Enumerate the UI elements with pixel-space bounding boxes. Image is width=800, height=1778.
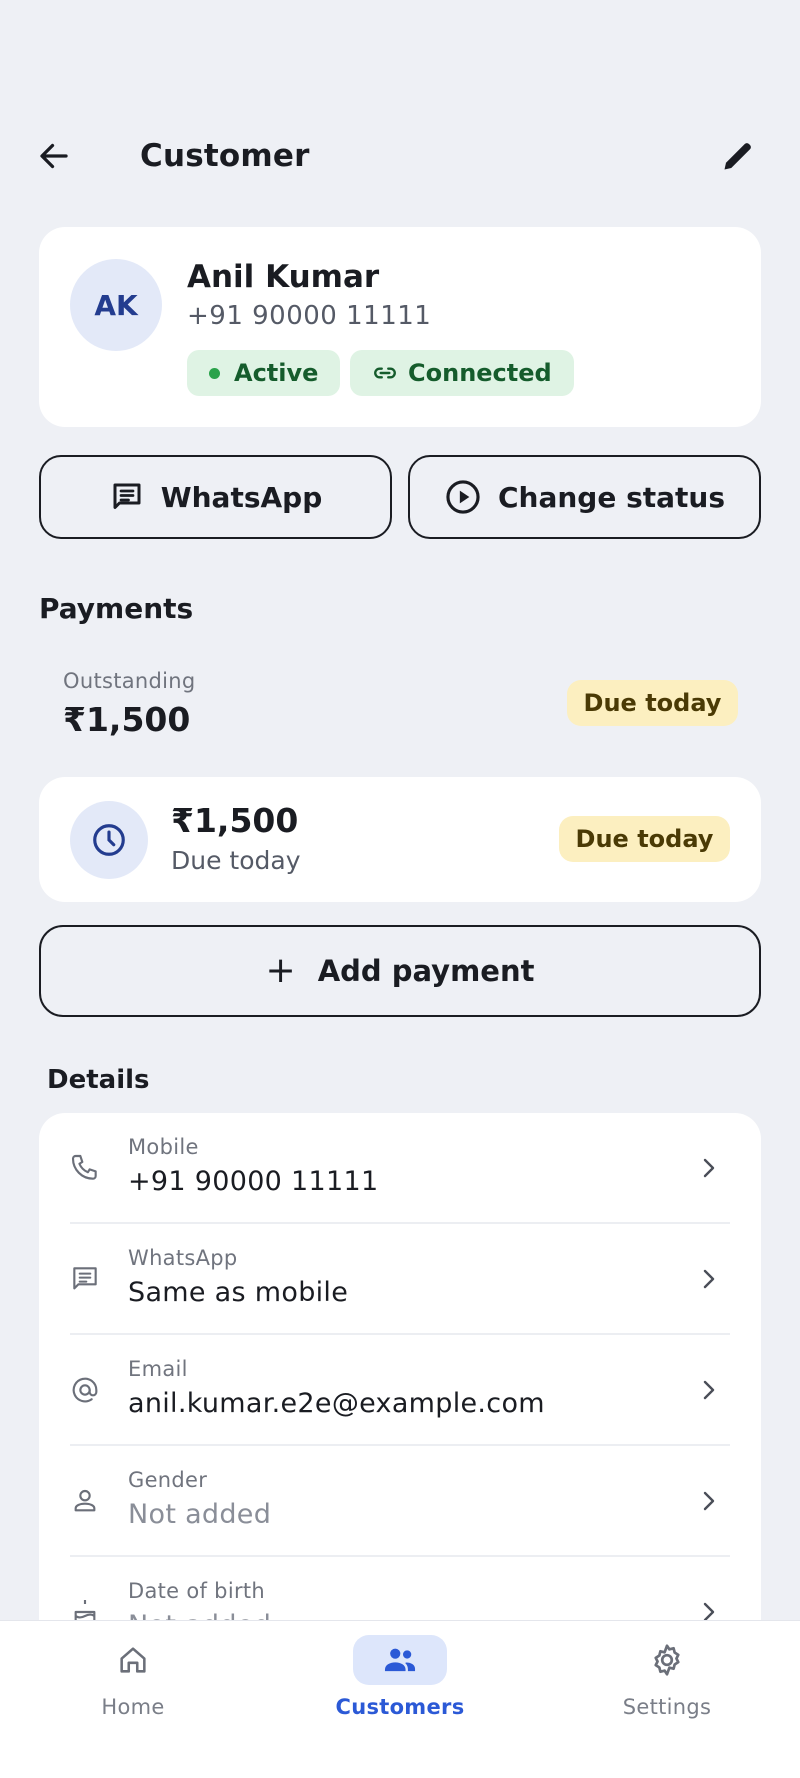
at-icon [67, 1372, 103, 1408]
detail-row-gender[interactable]: Gender Not added [39, 1446, 761, 1557]
customer-screen: Customer AK Anil Kumar +91 90000 11111 A… [0, 0, 800, 1778]
detail-label: Gender [128, 1468, 208, 1492]
person-icon [67, 1483, 103, 1519]
nav-home-pill [86, 1635, 180, 1685]
detail-label: Email [128, 1357, 188, 1381]
detail-value: Same as mobile [128, 1277, 349, 1308]
detail-row-email[interactable]: Email anil.kumar.e2e@example.com [39, 1335, 761, 1446]
avatar: AK [70, 259, 162, 351]
clock-icon-circle [70, 801, 148, 879]
details-list: Mobile +91 90000 11111 WhatsApp Same as … [39, 1113, 761, 1633]
top-app-bar: Customer [0, 120, 800, 192]
link-icon [374, 367, 396, 379]
nav-settings-pill [620, 1635, 714, 1685]
payments-section-title: Payments [39, 592, 194, 625]
whatsapp-button[interactable]: WhatsApp [39, 455, 392, 539]
status-dot-icon [209, 367, 220, 379]
nav-settings[interactable]: Settings [567, 1635, 767, 1745]
back-button[interactable] [32, 134, 76, 178]
nav-home-label: Home [101, 1695, 165, 1719]
arrow-left-icon [40, 143, 68, 169]
add-payment-label: Add payment [317, 954, 535, 988]
pencil-icon [724, 143, 751, 170]
outstanding-label: Outstanding [63, 669, 196, 693]
nav-customers-pill [353, 1635, 447, 1685]
change-status-button[interactable]: Change status [408, 455, 761, 539]
connection-badge: Connected [350, 350, 574, 396]
detail-label: WhatsApp [128, 1246, 238, 1270]
detail-row-mobile[interactable]: Mobile +91 90000 11111 [39, 1113, 761, 1224]
detail-value: anil.kumar.e2e@example.com [128, 1388, 545, 1419]
details-section-title: Details [47, 1065, 150, 1095]
whatsapp-button-label: WhatsApp [160, 480, 323, 514]
edit-button[interactable] [716, 134, 760, 178]
outstanding-due-badge: Due today [567, 680, 738, 726]
status-badge-active: Active [187, 350, 341, 396]
payment-subtitle: Due today [171, 846, 301, 875]
chevron-right-icon [697, 1375, 721, 1405]
connection-badge-label: Connected [408, 359, 552, 387]
status-badge-label: Active [234, 359, 319, 387]
people-icon [384, 1648, 416, 1672]
add-payment-button[interactable]: + Add payment [39, 925, 761, 1017]
page-title: Customer [140, 138, 310, 174]
home-icon [120, 1647, 146, 1673]
outstanding-amount: ₹1,500 [63, 700, 191, 739]
customer-profile-card: AK Anil Kumar +91 90000 11111 Active Con… [39, 227, 761, 427]
phone-icon [67, 1150, 103, 1186]
message-icon [113, 483, 141, 509]
message-icon [67, 1261, 103, 1297]
detail-value: +91 90000 11111 [128, 1166, 379, 1197]
payment-amount: ₹1,500 [171, 801, 299, 840]
detail-label: Mobile [128, 1135, 199, 1159]
chevron-right-icon [697, 1264, 721, 1294]
chevron-right-icon [697, 1486, 721, 1516]
customer-phone: +91 90000 11111 [187, 301, 432, 331]
payment-item-card[interactable]: ₹1,500 Due today Due today [39, 777, 761, 902]
detail-row-whatsapp[interactable]: WhatsApp Same as mobile [39, 1224, 761, 1335]
bottom-navigation: Home Customers Settings [0, 1620, 800, 1778]
change-status-button-label: Change status [497, 480, 726, 514]
detail-value: Not added [128, 1499, 272, 1530]
detail-label: Date of birth [128, 1579, 266, 1603]
nav-settings-label: Settings [622, 1695, 712, 1719]
payment-due-badge: Due today [559, 816, 730, 862]
nav-customers[interactable]: Customers [300, 1635, 500, 1745]
nav-customers-label: Customers [335, 1695, 465, 1719]
plus-icon: + [265, 950, 296, 991]
nav-home[interactable]: Home [33, 1635, 233, 1745]
chevron-right-icon [697, 1153, 721, 1183]
clock-icon [93, 824, 125, 856]
play-circle-icon [446, 480, 480, 514]
gear-icon [654, 1644, 680, 1676]
customer-name: Anil Kumar [187, 259, 380, 295]
